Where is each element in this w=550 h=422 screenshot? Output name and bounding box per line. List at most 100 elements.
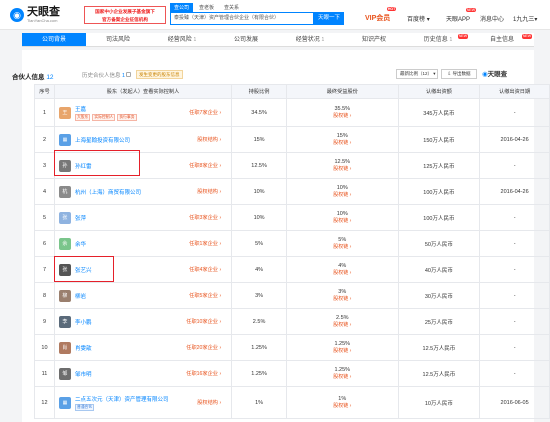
export-button[interactable]: ⇩ 导出数据 [441,69,477,79]
search-tabs: 查公司 查老板 查关系 [170,3,243,12]
equity-chain-link[interactable]: 股权链 › [287,403,398,410]
search-tab-company[interactable]: 查公司 [170,3,194,12]
search-input[interactable]: 泰投臻（天津）资产管理合伙企业（有限合伙） [170,12,314,25]
row-index: 8 [34,282,55,309]
avatar[interactable]: 王 [58,106,71,119]
nav-baidu-label: 百度榜 [407,17,426,23]
shareholder-jobs-link[interactable]: 任职10家企业 › [186,318,221,325]
shareholder-jobs-link[interactable]: 任职3家企业 › [189,214,221,221]
ratio-cell: 12.5% [231,152,287,179]
shareholder-name[interactable]: 张萍 [75,214,86,222]
shareholder-name[interactable]: 王嘉 [75,105,86,113]
final-benefit-cell: 1.25% 股权链 › [285,360,399,387]
tab-self-info[interactable]: 自主信息 NEW [470,33,534,46]
avatar[interactable]: 杭 [58,185,71,198]
shareholder-name[interactable]: 柳岩 [75,292,86,300]
nav-messages[interactable]: 消息中心 [480,14,504,23]
final-benefit-value: 15% [336,132,348,139]
avatar[interactable]: 张 [58,211,71,224]
shareholder-tag: 大股东 [74,114,91,121]
shareholder-name[interactable]: 邹市明 [75,370,92,378]
brand-logo[interactable]: ◉ 天眼查 TianYanCha.com [10,6,60,23]
sort-select[interactable]: 最新比例（12） ▾ [396,69,438,79]
shareholder-name[interactable]: 余华 [75,240,86,248]
avatar[interactable]: 孙 [58,159,71,172]
chevron-right-icon: › [219,345,222,351]
avatar[interactable]: 李 [58,315,71,328]
shareholder-jobs-link[interactable]: 任职16家企业 › [186,370,221,377]
history-partners-link[interactable]: 历史合伙人信息 1 [82,71,132,79]
table-row: 4 杭杭州（上海）商贸有限公司 股权结构 › 10% 10% 股权链 › 100万人民币 20… [34,178,550,205]
shareholder-name[interactable]: 张艺兴 [75,266,92,274]
section-count: 12 [46,74,54,81]
equity-chain-link[interactable]: 股权链 › [287,322,398,329]
vip-link[interactable]: VIP会员 HOT [365,7,397,23]
equity-chain-link[interactable]: 股权链 › [287,166,398,173]
equity-chain-link[interactable]: 股权链 › [287,374,398,381]
changed-shareholders-badge[interactable]: 发生变更的股东信息 [136,70,183,79]
shareholder-name[interactable]: 李小鹏 [75,318,92,326]
search-tab-boss[interactable]: 查老板 [195,3,218,12]
slogan-line2: 官方备案企业征信机构 [102,17,148,22]
shareholder-name[interactable]: 孙红雷 [75,162,92,170]
avatar[interactable]: 柳 [58,289,71,302]
table-header-row: 序号 股东（发起人）查看实际控制人 持股比例 最终受益股份 认缴出资额 认缴出资… [34,84,550,99]
avatar[interactable]: ▦ [58,133,71,146]
shareholder-jobs-link[interactable]: 股权结构 › [197,188,221,195]
avatar[interactable]: ▦ [58,396,71,409]
final-benefit-value: 1.25% [334,340,351,347]
shareholder-name[interactable]: 杭州（上海）商贸有限公司 [75,188,141,196]
date-cell: - [479,256,550,283]
chevron-right-icon: › [349,139,352,146]
final-benefit-cell: 12.5% 股权链 › [285,152,399,179]
shareholder-name[interactable]: 二点五次元（天津）资产管理有限公司 [75,395,169,403]
shareholder-jobs-link[interactable]: 任职8家企业 › [189,162,221,169]
shareholder-jobs-link[interactable]: 股权结构 › [197,399,221,406]
equity-chain-link[interactable]: 股权链 › [287,348,398,355]
avatar[interactable]: 余 [58,237,71,250]
tab-company-background[interactable]: 公司背景 [22,33,86,46]
shareholder-name[interactable]: 上海星翰投资有限公司 [75,136,130,144]
tab-judicial-risk[interactable]: 司法风险 [86,33,150,46]
chevron-right-icon: › [219,137,222,143]
nav-user[interactable]: 1九九三▾ [513,14,537,23]
final-benefit-cell: 4% 股权链 › [285,256,399,283]
shareholder-name[interactable]: 肖雯歆 [75,344,92,352]
equity-chain-link[interactable]: 股权链 › [287,192,398,199]
equity-chain-link[interactable]: 股权链 › [287,113,398,120]
equity-chain-link[interactable]: 股权链 › [287,244,398,251]
search-tab-relation[interactable]: 查关系 [220,3,243,12]
tab-operating-status[interactable]: 经营状况 1 [278,33,342,46]
export-label: 导出数据 [452,71,471,76]
shareholder-jobs-link[interactable]: 任职4家企业 › [189,266,221,273]
avatar[interactable]: 邹 [58,367,71,380]
equity-chain-link[interactable]: 股权链 › [287,270,398,277]
shareholder-jobs-link[interactable]: 任职1家企业 › [189,240,221,247]
equity-chain-link[interactable]: 股权链 › [287,218,398,225]
shareholder-jobs-link[interactable]: 任职7家企业 › [189,109,221,116]
avatar[interactable]: 张 [58,263,71,276]
date-cell: - [479,334,550,361]
equity-chain-link[interactable]: 股权链 › [287,140,398,147]
shareholder-cell: ▦ 上海星翰投资有限公司 股权结构 › [53,126,233,153]
nav-baidu[interactable]: 百度榜 ▾ [407,14,430,23]
tab-intellectual-property[interactable]: 知识产权 [342,33,406,46]
shareholder-jobs-link[interactable]: 任职20家企业 › [186,344,221,351]
capital-cell: 10万人民币 [397,386,481,419]
table-row: 6 余余华 任职1家企业 › 5% 5% 股权链 › 50万人民币 - [34,230,550,257]
shareholder-jobs-link[interactable]: 任职5家企业 › [189,292,221,299]
table-row: 8 柳柳岩 任职5家企业 › 3% 3% 股权链 › 30万人民币 - [34,282,550,309]
shareholder-jobs-link[interactable]: 股权结构 › [197,136,221,143]
date-cell: 2016-04-26 [479,178,550,205]
nav-app[interactable]: 天眼APP NEW [446,8,477,23]
col-shareholder[interactable]: 股东（发起人）查看实际控制人 [53,84,233,99]
equity-chain-link[interactable]: 股权链 › [287,296,398,303]
avatar-initial: 张 [62,266,68,273]
tab-company-development[interactable]: 公司发展 [214,33,278,46]
new-badge: NEW [521,34,532,39]
tab-operating-risk[interactable]: 经营风险 1 [150,33,214,46]
ratio-cell: 34.5% [231,98,287,127]
search-button[interactable]: 天眼一下 [314,12,344,25]
tab-history-info[interactable]: 历史信息 1 NEW [406,33,470,46]
avatar[interactable]: 肖 [58,341,71,354]
